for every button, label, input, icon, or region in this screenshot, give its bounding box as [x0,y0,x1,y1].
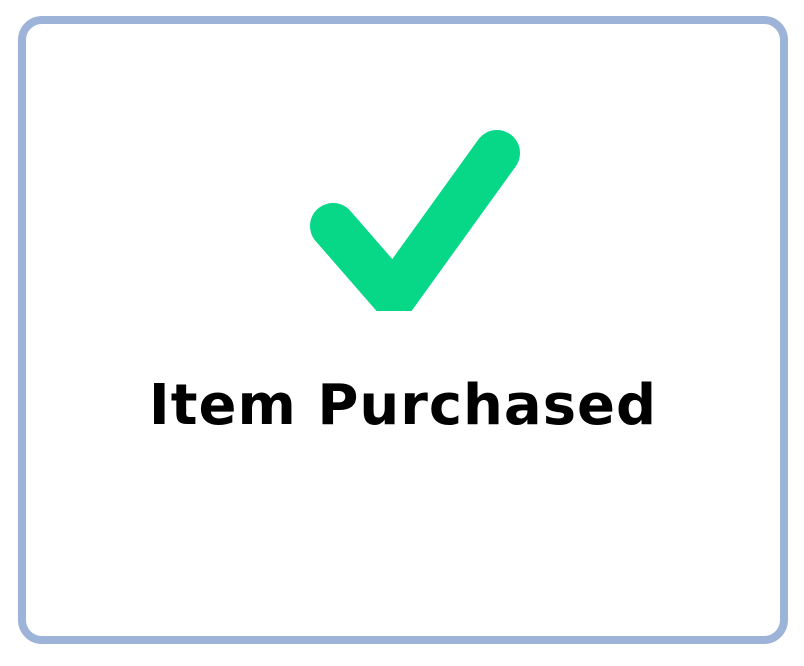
confirmation-title: Item Purchased [148,373,658,438]
purchase-confirmation-dialog: Item Purchased [18,16,788,644]
checkmark-icon [307,111,527,311]
